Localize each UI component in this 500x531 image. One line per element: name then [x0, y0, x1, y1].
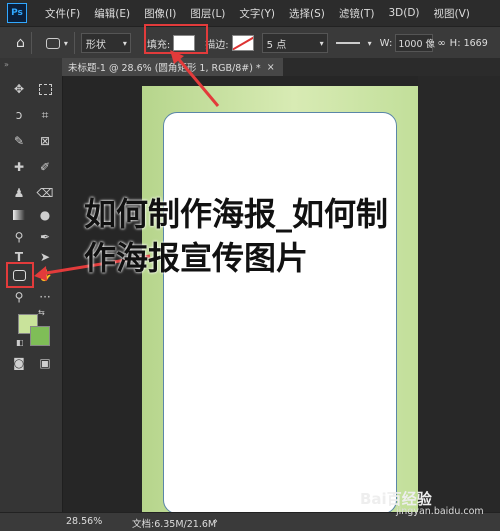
divider — [30, 32, 32, 54]
tool-preset-picker[interactable]: ▾ — [45, 37, 68, 49]
swap-colors-icon[interactable]: ⇆ — [38, 308, 45, 317]
stroke-type-select[interactable]: ▾ — [335, 34, 372, 52]
canvas-right-area — [418, 76, 500, 512]
dodge-icon[interactable]: ⚲ — [10, 228, 28, 246]
overlay-title-line1: 如何制作海报_如何制 — [84, 195, 389, 233]
eyedropper-icon[interactable]: ✎ — [10, 132, 28, 150]
chevron-down-icon: ▾ — [122, 38, 127, 48]
stroke-label: 描边: — [205, 39, 229, 51]
default-colors-icon[interactable]: ◧ — [16, 338, 24, 347]
frame-icon[interactable]: ⊠ — [36, 132, 54, 150]
stroke-line-icon — [335, 42, 360, 44]
home-icon[interactable]: ⌂ — [16, 35, 25, 51]
overlay-title: 如何制作海报_如何制 作海报宣传图片 — [84, 192, 434, 280]
collapse-icon[interactable]: » — [4, 60, 9, 69]
close-icon[interactable]: × — [267, 62, 275, 73]
document-tab-title: 未标题-1 @ 28.6% (圆角矩形 1, RGB/8#) * — [68, 63, 261, 74]
blur-icon[interactable]: ● — [36, 206, 54, 224]
mode-select-value: 形状 — [85, 39, 106, 51]
rounded-rectangle-preset-icon — [45, 37, 60, 49]
menu-edit[interactable]: 编辑(E) — [94, 6, 130, 21]
menu-file[interactable]: 文件(F) — [45, 6, 80, 21]
clone-stamp-icon[interactable]: ♟ — [10, 184, 28, 202]
menu-layer[interactable]: 图层(L) — [190, 6, 225, 21]
tool-highlight-box — [6, 262, 34, 288]
options-bar: ⌂ ▾ 形状 ▾ 填充: 描边: 5 点 ▾ ▾ W: 1000 像 ∞ H: … — [0, 26, 500, 60]
width-field[interactable]: 1000 像 — [395, 34, 435, 52]
width-label: W: — [379, 37, 393, 49]
menu-filter[interactable]: 滤镜(T) — [339, 6, 375, 21]
stroke-swatch[interactable] — [231, 35, 254, 51]
rounded-rectangle-shape[interactable] — [163, 112, 397, 514]
status-chevron-icon[interactable]: › — [214, 516, 218, 527]
move-icon[interactable]: ✥ — [10, 80, 28, 98]
zoom-level[interactable]: 28.56% — [66, 516, 102, 527]
document-tab[interactable]: 未标题-1 @ 28.6% (圆角矩形 1, RGB/8#) * × — [62, 58, 283, 76]
brush-icon[interactable]: ✐ — [36, 158, 54, 176]
baidu-url: jingyan.baidu.com — [396, 506, 484, 517]
gradient-icon[interactable] — [10, 206, 28, 224]
menu-image[interactable]: 图像(I) — [144, 6, 176, 21]
background-color-swatch[interactable] — [30, 326, 50, 346]
stroke-width-value: 5 点 — [266, 39, 287, 51]
divider — [73, 32, 75, 54]
chevron-down-icon: ▾ — [367, 38, 372, 48]
menu-select[interactable]: 选择(S) — [289, 6, 325, 21]
menu-3d[interactable]: 3D(D) — [388, 7, 419, 19]
menu-view[interactable]: 视图(V) — [434, 6, 470, 21]
screen-mode-icon[interactable]: ▣ — [36, 354, 54, 372]
chevron-down-icon: ▾ — [319, 38, 324, 48]
marquee-icon[interactable] — [36, 80, 54, 98]
document-info: 文档:6.35M/21.6M — [132, 519, 217, 530]
healing-brush-icon[interactable]: ✚ — [10, 158, 28, 176]
chevron-down-icon: ▾ — [63, 38, 68, 48]
path-select-icon[interactable]: ➤ — [36, 248, 54, 266]
link-icon[interactable]: ∞ — [437, 38, 445, 49]
mode-select[interactable]: 形状 ▾ — [80, 33, 131, 53]
hand-icon[interactable]: ✋ — [36, 266, 54, 284]
lasso-icon[interactable]: ↄ — [10, 106, 28, 124]
quick-mask-icon[interactable]: ◙ — [10, 354, 28, 372]
eraser-icon[interactable]: ⌫ — [36, 184, 54, 202]
photoshop-logo-icon: Ps — [7, 3, 27, 23]
crop-icon[interactable]: ⌗ — [36, 106, 54, 124]
menu-bar: Ps 文件(F) 编辑(E) 图像(I) 图层(L) 文字(Y) 选择(S) 滤… — [0, 0, 500, 26]
stroke-none-icon — [232, 36, 253, 50]
zoom-icon[interactable]: ⚲ — [10, 288, 28, 306]
pen-icon[interactable]: ✒ — [36, 228, 54, 246]
overlay-title-line2: 作海报宣传图片 — [84, 239, 309, 277]
more-icon[interactable]: ··· — [36, 288, 54, 306]
menu-type[interactable]: 文字(Y) — [239, 6, 275, 21]
stroke-width-field[interactable]: 5 点 ▾ — [261, 33, 328, 53]
document-tab-bar: 未标题-1 @ 28.6% (圆角矩形 1, RGB/8#) * × — [62, 58, 500, 76]
height-field[interactable]: 1669 — [464, 38, 488, 49]
height-label: H: — [449, 37, 461, 49]
fill-highlight-box — [144, 24, 208, 54]
